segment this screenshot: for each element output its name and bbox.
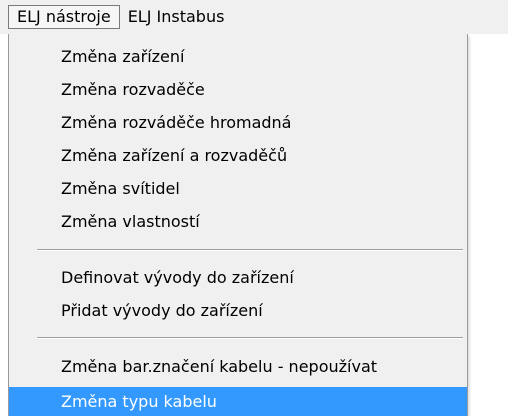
application-window: ELJ nástroje ELJ Instabus Změna zařízení…	[0, 0, 508, 416]
menu-bar: ELJ nástroje ELJ Instabus	[0, 0, 508, 34]
menu-item-zmena-vlastnosti[interactable]: Změna vlastností	[9, 206, 467, 237]
menu-item-zmena-zarizeni-a-rozvadecu[interactable]: Změna zařízení a rozvaděčů	[9, 140, 467, 171]
menu-item-pridat-vyvody[interactable]: Přidat vývody do zařízení	[9, 295, 467, 326]
menu-item-zmena-bar-znaceni-kabelu[interactable]: Změna bar.značení kabelu - nepoužívat	[9, 351, 467, 382]
menu-separator	[37, 337, 463, 339]
menu-separator	[37, 249, 463, 251]
menu-elj-instabus[interactable]: ELJ Instabus	[120, 5, 233, 29]
menu-item-zmena-rozvadece-hromadna[interactable]: Změna rozváděče hromadná	[9, 107, 467, 138]
menu-elj-nastroje[interactable]: ELJ nástroje	[8, 5, 120, 29]
menu-item-zmena-rozvadece[interactable]: Změna rozvaděče	[9, 74, 467, 105]
menu-item-definovat-vyvody[interactable]: Definovat vývody do zařízení	[9, 262, 467, 293]
menu-item-zmena-svitidel[interactable]: Změna svítidel	[9, 173, 467, 204]
menu-item-zmena-zarizeni[interactable]: Změna zařízení	[9, 41, 467, 72]
menu-item-zmena-typu-kabelu[interactable]: Změna typu kabelu	[9, 387, 467, 416]
elj-nastroje-dropdown: Změna zařízení Změna rozvaděče Změna roz…	[8, 34, 468, 416]
